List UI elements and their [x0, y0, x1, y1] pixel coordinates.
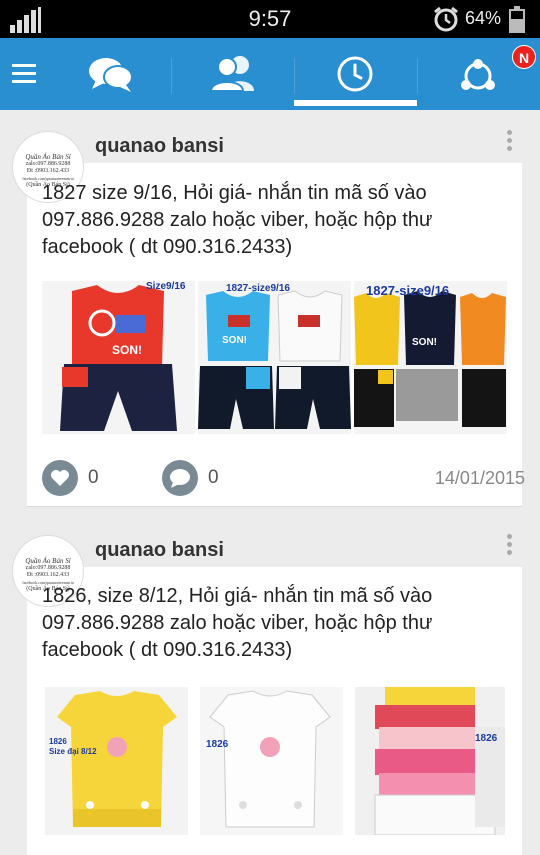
alarm-icon — [434, 6, 458, 32]
shirt-print: SON! — [222, 335, 247, 346]
post-photo[interactable]: 1826 Size đại 8/12 — [45, 687, 188, 835]
post-photo[interactable]: Size9/16 SON! — [42, 281, 195, 434]
comment-count: 0 — [208, 467, 219, 488]
photo-label: Size9/16 — [146, 281, 186, 292]
photo-label: 1827-size9/16 — [226, 283, 290, 294]
friends-icon — [209, 56, 254, 92]
post-text: 1826, size 8/12, Hỏi giá- nhắn tin mã số… — [42, 585, 433, 661]
post-photo[interactable]: 1826 — [200, 687, 343, 835]
status-bar: 9:57 64% — [0, 0, 540, 38]
shirt-print: SON! — [412, 337, 437, 348]
comment-icon — [170, 469, 190, 488]
shirt-print: SON! — [112, 343, 142, 357]
notification-badge[interactable]: N — [512, 45, 536, 69]
heart-icon — [51, 470, 69, 486]
tab-messages[interactable] — [48, 38, 171, 110]
post-photo[interactable]: 1826 — [355, 687, 505, 835]
post-photo[interactable]: 1827-size9/16 SON! — [198, 281, 351, 434]
menu-button[interactable] — [0, 38, 48, 110]
post-text: 1827 size 9/16, Hỏi giá- nhắn tin mã số … — [42, 182, 433, 258]
battery-icon — [509, 6, 525, 33]
tab-friends[interactable] — [171, 38, 294, 110]
photo-sublabel: Size đại 8/12 — [49, 747, 97, 756]
more-options-icon[interactable] — [507, 130, 513, 154]
like-count: 0 — [88, 467, 99, 488]
active-tab-indicator — [294, 100, 417, 106]
top-navigation — [0, 38, 540, 110]
photo-label: 1826 — [49, 737, 67, 746]
clock-icon — [337, 56, 373, 92]
photo-label: 1826 — [475, 733, 498, 744]
photo-label: 1827-size9/16 — [366, 283, 450, 298]
menu-icon — [12, 64, 36, 83]
battery-percent: 64% — [465, 8, 502, 28]
photo-label: 1826 — [206, 739, 229, 750]
post-date: 14/01/2015 — [434, 468, 525, 488]
more-options-icon[interactable] — [507, 534, 513, 558]
post-photo[interactable]: 1827-size9/16 SON! — [354, 281, 507, 434]
post-author[interactable]: quanao bansi — [95, 539, 224, 562]
chat-icon — [89, 58, 133, 92]
post-author[interactable]: quanao bansi — [95, 135, 224, 158]
share-icon — [461, 59, 495, 90]
